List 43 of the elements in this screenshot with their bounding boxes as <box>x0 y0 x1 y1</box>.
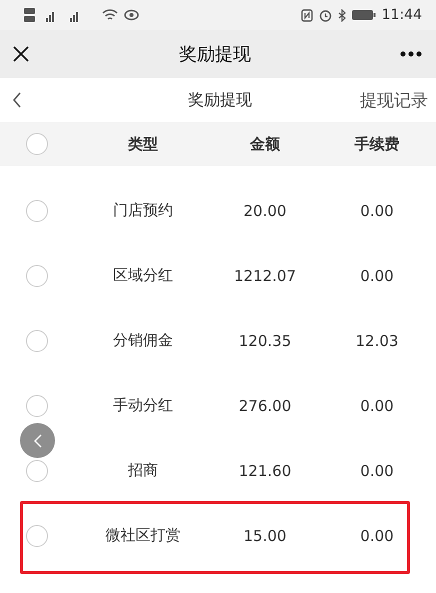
row-checkbox[interactable] <box>26 394 48 416</box>
status-time: 11:44 <box>382 7 422 23</box>
section-title: 奖励提现 <box>188 90 252 110</box>
fee-cell: 0.00 <box>360 526 394 544</box>
eye-icon <box>124 9 139 21</box>
back-icon[interactable] <box>12 92 22 108</box>
fee-cell: 12.03 <box>356 332 398 350</box>
row-checkbox[interactable] <box>26 460 48 482</box>
fee-cell: 0.00 <box>360 396 394 414</box>
amount-cell: 276.00 <box>238 396 292 414</box>
amount-cell: 20.00 <box>244 202 286 220</box>
row-checkbox[interactable] <box>26 524 48 546</box>
bluetooth-icon <box>338 8 346 22</box>
type-cell: 招商 <box>128 461 158 480</box>
row-checkbox[interactable] <box>26 200 48 222</box>
row-checkbox[interactable] <box>26 264 48 286</box>
select-all-checkbox[interactable] <box>26 133 48 155</box>
amount-cell: 15.00 <box>244 526 286 544</box>
alarm-icon <box>318 8 332 22</box>
column-header: 金额 <box>250 134 280 154</box>
amount-cell: 121.60 <box>238 462 292 480</box>
page-title: 奖励提现 <box>179 43 251 66</box>
type-cell: 门店预约 <box>113 201 173 220</box>
column-header: 类型 <box>128 134 158 154</box>
battery-icon <box>352 9 376 21</box>
column-header: 手续费 <box>354 134 400 154</box>
fee-cell: 0.00 <box>360 266 394 284</box>
fee-cell: 0.00 <box>360 202 394 220</box>
back-icon <box>32 432 42 448</box>
type-cell: 区域分红 <box>113 266 173 285</box>
floating-back-button[interactable] <box>20 423 55 458</box>
type-cell: 分销佣金 <box>113 331 173 350</box>
nfc-icon <box>300 8 313 22</box>
wifi-icon <box>102 8 118 22</box>
more-icon[interactable] <box>400 51 422 57</box>
type-cell: 手动分红 <box>113 396 173 415</box>
row-checkbox[interactable] <box>26 330 48 352</box>
amount-cell: 1212.07 <box>234 266 296 284</box>
close-icon[interactable] <box>12 45 30 63</box>
withdrawal-records-link[interactable]: 提现记录 <box>360 88 428 112</box>
fee-cell: 0.00 <box>360 462 394 480</box>
amount-cell: 120.35 <box>238 332 292 350</box>
type-cell: 微社区打赏 <box>106 526 180 545</box>
